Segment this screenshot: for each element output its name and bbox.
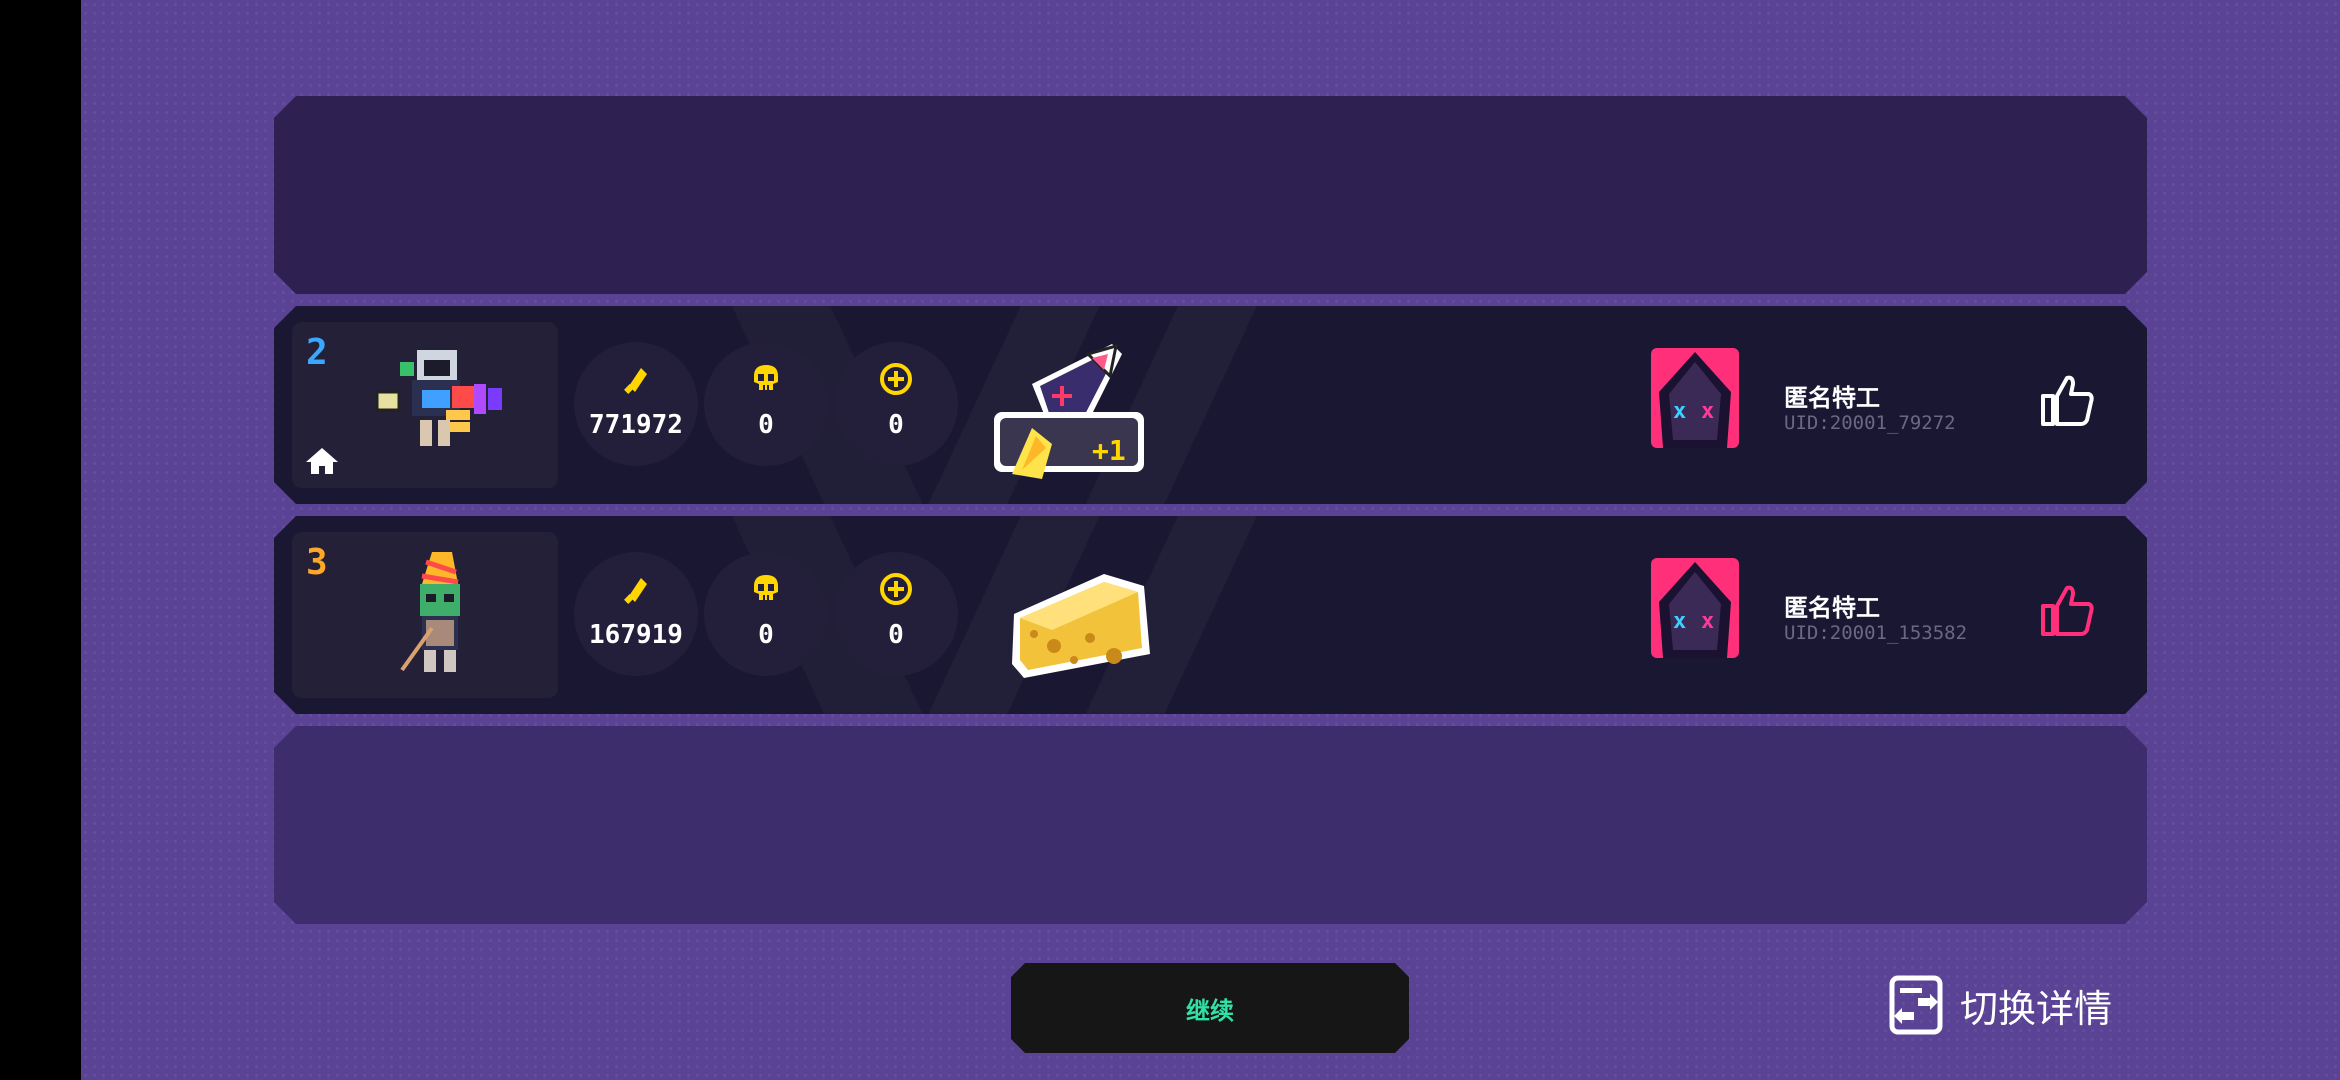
plus-circle-icon <box>879 572 913 606</box>
stat-kills-value: 0 <box>758 620 774 650</box>
hooded-agent-avatar-icon: x x <box>1651 348 1739 448</box>
player-name: 匿名特工 <box>1784 384 1880 412</box>
empty-slot-top <box>274 96 2147 294</box>
player-name: 匿名特工 <box>1784 594 1880 622</box>
stat-revives: 0 <box>834 342 958 466</box>
player-uid: UID:20001_79272 <box>1784 412 1956 434</box>
svg-text:x: x <box>1701 399 1714 424</box>
avatar: x x <box>1651 348 1739 448</box>
hooded-agent-avatar-icon: x x <box>1651 558 1739 658</box>
stat-ammo: 771972 <box>574 342 698 466</box>
cheese-icon <box>1004 534 1154 694</box>
stat-revives-value: 0 <box>888 410 904 440</box>
home-icon <box>304 446 340 476</box>
shark-rocket-icon: +1 <box>992 324 1162 484</box>
player-uid: UID:20001_153582 <box>1784 622 1968 644</box>
stat-ammo-value: 771972 <box>589 410 683 440</box>
svg-text:x: x <box>1701 609 1714 634</box>
bullet-icon <box>619 572 653 606</box>
switch-details-button[interactable]: 切换详情 <box>1888 974 2112 1036</box>
plus-circle-icon <box>879 362 913 396</box>
stat-kills: 0 <box>704 552 828 676</box>
stat-kills-value: 0 <box>758 410 774 440</box>
avatar: x x <box>1651 558 1739 658</box>
character-card: 2 <box>292 322 558 488</box>
bullet-icon <box>619 362 653 396</box>
stat-ammo-value: 167919 <box>589 620 683 650</box>
svg-text:x: x <box>1673 399 1686 424</box>
stat-revives-value: 0 <box>888 620 904 650</box>
left-letterbox <box>0 0 81 1080</box>
rank-number: 2 <box>306 332 328 373</box>
player-row-rank-2: 2 771972 0 0 +1 x x 匿名特工 UID:20001_79272 <box>274 306 2147 504</box>
skull-icon <box>749 362 783 396</box>
player-row-rank-3: 3 167919 0 0 x x 匿名特工 UID:20001_153582 <box>274 516 2147 714</box>
rank-number: 3 <box>306 542 328 583</box>
switch-details-icon <box>1889 975 1943 1035</box>
character-card: 3 <box>292 532 558 698</box>
stat-revives: 0 <box>834 552 958 676</box>
stat-ammo: 167919 <box>574 552 698 676</box>
thumbs-up-button[interactable] <box>2037 370 2097 430</box>
party-hat-zombie-sprite <box>362 550 512 680</box>
empty-slot-bottom <box>274 726 2147 924</box>
svg-text:x: x <box>1673 609 1686 634</box>
armored-gunner-sprite <box>362 340 512 470</box>
switch-details-label: 切换详情 <box>1960 986 2113 1031</box>
skull-icon <box>749 572 783 606</box>
stat-kills: 0 <box>704 342 828 466</box>
thumbs-up-button-liked[interactable] <box>2037 580 2097 640</box>
continue-button[interactable]: 继续 <box>1011 963 1409 1053</box>
item-count-badge: +1 <box>1092 434 1126 467</box>
